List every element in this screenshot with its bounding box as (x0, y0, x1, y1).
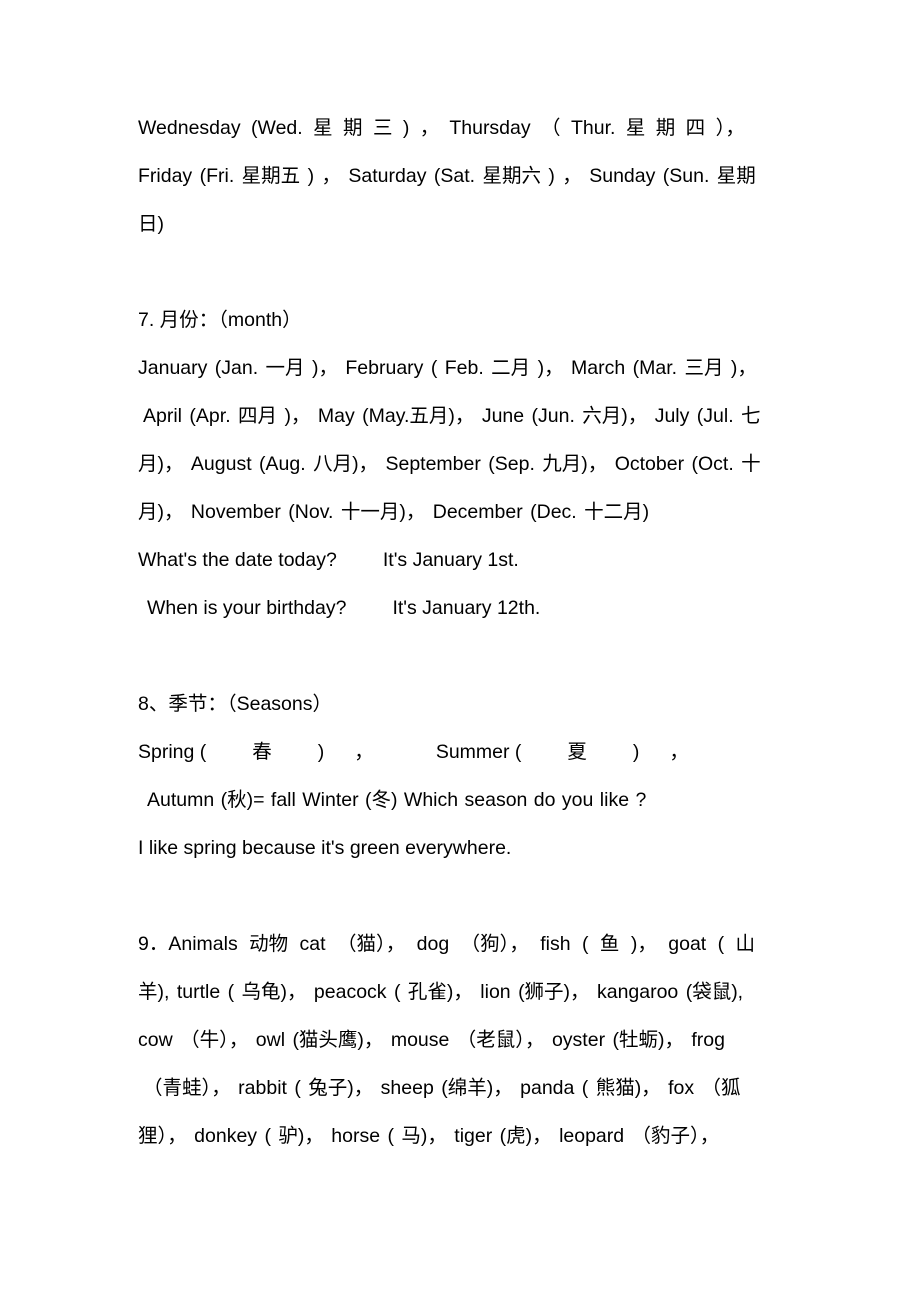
document-page: Wednesday (Wed. 星 期 三 ) ， Thursday （ Thu… (0, 0, 920, 1302)
months-line-2: April (Apr. 四月 )， May (May.五月)， June (Ju… (143, 405, 761, 427)
spacer-after-seasons (138, 872, 788, 920)
birthday-question: When is your birthday? (147, 597, 347, 619)
date-question: What's the date today? (138, 549, 337, 571)
spacer-after-months (138, 632, 788, 680)
spacer-after-weekdays (138, 248, 788, 296)
animals-line-2: 羊), turtle ( 乌龟)， peacock ( 孔雀)， lion (狮… (138, 981, 744, 1003)
seasons-comma-1: ， (354, 741, 374, 763)
date-dialogue-1: What's the date today? It's January 1st. (138, 536, 788, 584)
seasons-spring-summer-line: Spring ( 春) ， Summer ( 夏) ， (138, 728, 788, 776)
seasons-example-sentence: I like spring because it's green everywh… (138, 837, 512, 859)
seasons-comma-2: ， (669, 741, 689, 763)
document-content: Wednesday (Wed. 星 期 三 ) ， Thursday （ Thu… (138, 104, 788, 1160)
weekday-line-3: 日) (138, 213, 164, 235)
date-answer: It's January 1st. (382, 549, 519, 571)
weekday-line-2: Friday (Fri. 星期五 ) ， Saturday (Sat. 星期六 … (138, 165, 756, 187)
months-line-1: January (Jan. 一月 )， February ( Feb. 二月 )… (138, 357, 757, 379)
seasons-autumn-winter-line: Autumn (秋)= fall Winter (冬) Which season… (147, 789, 647, 811)
spring-chinese: 春 (252, 741, 272, 763)
animals-line-5: 狸）， donkey ( 驴)， horse ( 马)， tiger (虎)， … (138, 1125, 720, 1147)
animals-line-1: 9．Animals 动物 cat （猫）， dog （狗）， fish ( 鱼 … (138, 933, 756, 955)
months-line-4: 月)， November (Nov. 十一月)， December (Dec. … (138, 501, 650, 523)
summer-close-paren: ) (632, 741, 640, 763)
animals-line-4: （青蛙）， rabbit ( 兔子)， sheep (绵羊)， panda ( … (143, 1077, 741, 1099)
months-line-3: 月)， August (Aug. 八月)， September (Sep. 九月… (138, 453, 761, 475)
birthday-answer: It's January 12th. (392, 597, 541, 619)
weekday-line-1: Wednesday (Wed. 星 期 三 ) ， Thursday （ Thu… (138, 117, 745, 139)
summer-chinese: 夏 (567, 741, 587, 763)
date-dialogue-2: When is your birthday? It's January 12th. (138, 584, 788, 632)
seasons-heading: 8、季节：（Seasons） (138, 693, 332, 715)
spring-label: Spring ( (138, 741, 207, 763)
months-heading: 7. 月份：（month） (138, 309, 302, 331)
spring-close-paren: ) (317, 741, 325, 763)
animals-line-3: cow （牛）， owl (猫头鹰)， mouse （老鼠）， oyster (… (138, 1029, 725, 1051)
summer-label: Summer ( (435, 741, 522, 763)
